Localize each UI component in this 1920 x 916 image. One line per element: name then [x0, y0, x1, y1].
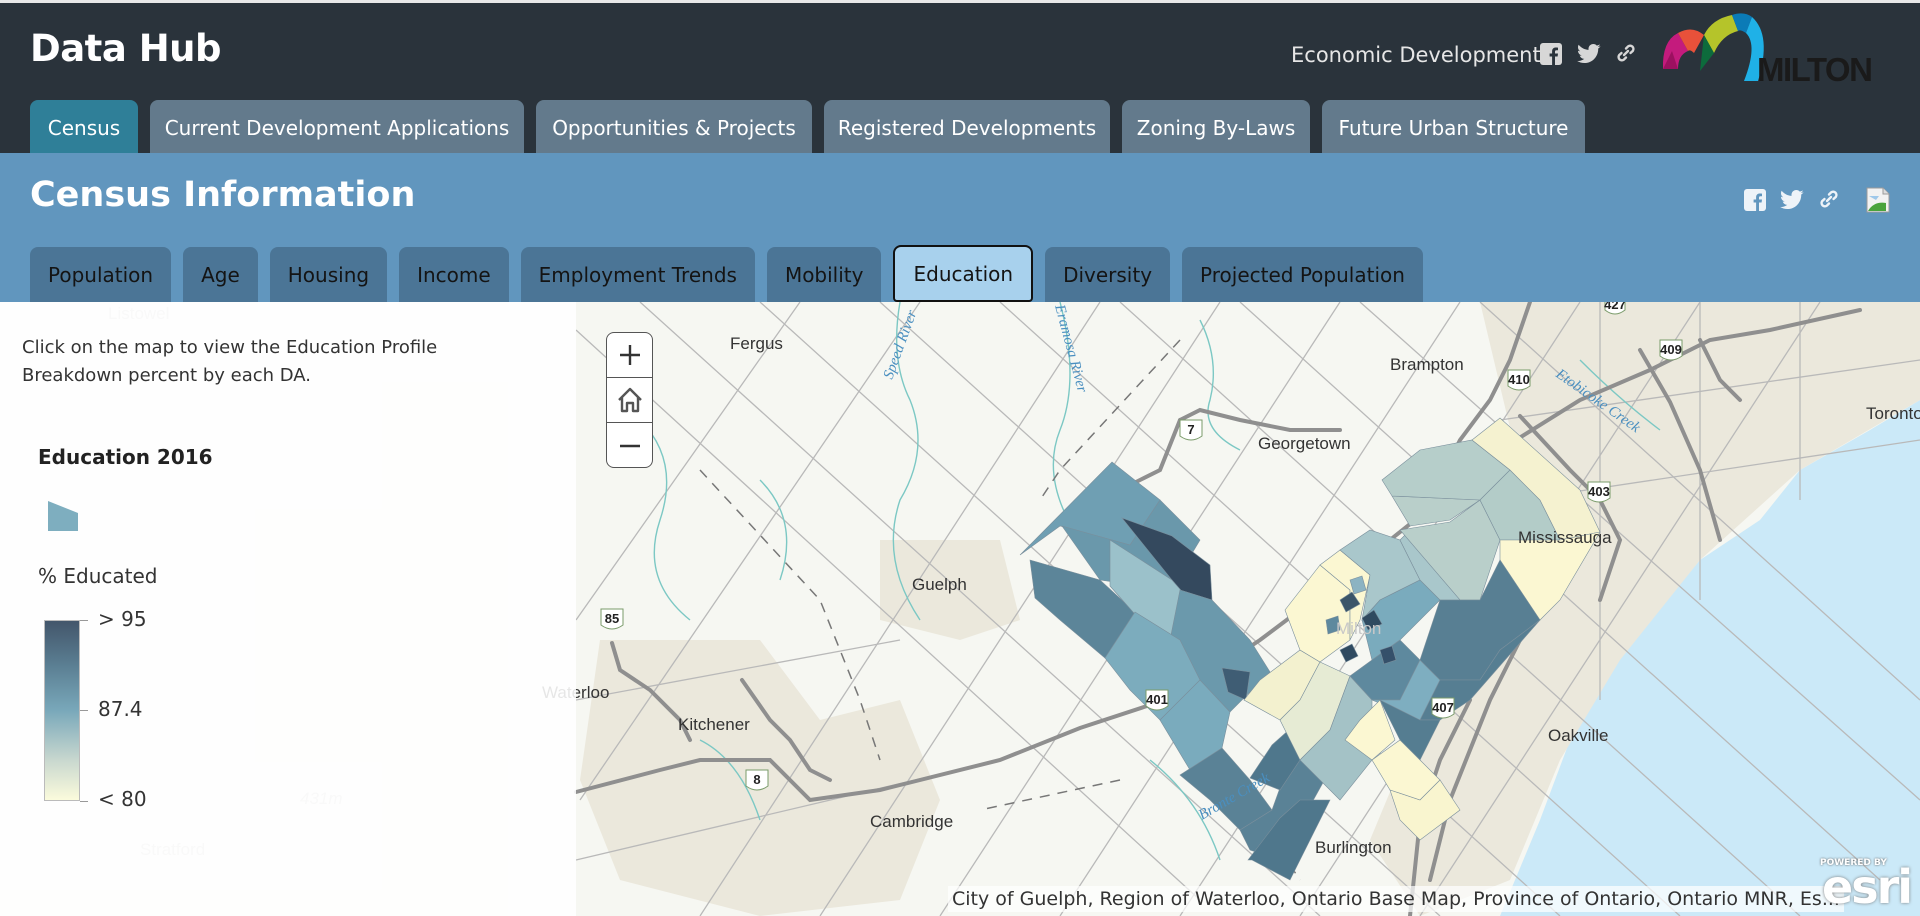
census-link-icon[interactable] — [1818, 188, 1840, 210]
place-guelph: Guelph — [912, 575, 967, 594]
home-button[interactable] — [607, 378, 652, 423]
map-zoom-control — [606, 332, 653, 468]
map-attribution[interactable]: City of Guelph, Region of Waterloo, Onta… — [948, 886, 1844, 912]
svg-text:403: 403 — [1588, 484, 1610, 499]
plus-icon — [619, 345, 640, 365]
esri-logo[interactable]: POWERED BY esri — [1820, 856, 1913, 914]
shield-403: 403 — [1587, 481, 1611, 503]
census-facebook-icon[interactable] — [1744, 189, 1766, 211]
svg-text:410: 410 — [1508, 372, 1530, 387]
milton-logo-text: MILTON — [1757, 51, 1873, 88]
place-mississauga: Mississauga — [1518, 528, 1612, 547]
ramp-tick-mid — [80, 710, 88, 711]
svg-text:85: 85 — [605, 611, 619, 626]
sub-tab-diversity[interactable]: Diversity — [1045, 247, 1171, 302]
census-title: Census Information — [30, 175, 416, 215]
home-icon — [617, 387, 642, 413]
sub-tab-income[interactable]: Income — [399, 247, 509, 302]
main-tab-registered-developments[interactable]: Registered Developments — [824, 100, 1110, 156]
main-tabs: Census Current Development Applications … — [30, 100, 1585, 156]
sub-tab-education[interactable]: Education — [893, 245, 1034, 302]
legend-panel: Click on the map to view the Education P… — [0, 302, 576, 916]
main-tab-opportunities-projects[interactable]: Opportunities & Projects — [536, 100, 812, 156]
main-tab-census[interactable]: Census — [30, 100, 138, 156]
svg-text:409: 409 — [1660, 342, 1682, 357]
main-tab-future-urban-structure[interactable]: Future Urban Structure — [1322, 100, 1585, 156]
place-brampton: Brampton — [1390, 355, 1464, 374]
ramp-label-high: > 95 — [98, 607, 147, 631]
river-speed: Speed River — [881, 308, 921, 381]
shield-8: 8 — [745, 769, 769, 791]
shield-410: 410 — [1507, 369, 1531, 391]
twitter-icon[interactable] — [1577, 44, 1601, 64]
shield-85: 85 — [600, 608, 624, 630]
legend-polygon-swatch — [47, 500, 79, 536]
svg-text:8: 8 — [753, 772, 760, 787]
sub-tab-age[interactable]: Age — [183, 247, 258, 302]
sub-tab-population[interactable]: Population — [30, 247, 172, 302]
shield-409: 409 — [1659, 339, 1683, 361]
zoom-in-button[interactable] — [607, 333, 652, 378]
svg-text:427: 427 — [1604, 302, 1626, 312]
legend-field-name: % Educated — [38, 564, 158, 588]
sub-tab-mobility[interactable]: Mobility — [766, 247, 882, 302]
census-twitter-icon[interactable] — [1780, 190, 1804, 210]
place-georgetown: Georgetown — [1258, 434, 1351, 453]
shield-427: 427 — [1604, 302, 1626, 315]
map-instructions: Click on the map to view the Education P… — [22, 337, 438, 386]
ramp-tick-high — [80, 620, 88, 621]
census-header: Census Information Population Age Housin… — [0, 153, 1920, 302]
top-header: Data Hub Economic Development MILTON Cen… — [0, 0, 1920, 156]
svg-text:401: 401 — [1146, 692, 1168, 707]
ramp-label-mid: 87.4 — [98, 697, 143, 721]
esri-wordmark: esri — [1822, 860, 1913, 914]
economic-development-link[interactable]: Economic Development — [1291, 43, 1541, 67]
census-sub-tabs: Population Age Housing Income Employment… — [30, 245, 1423, 302]
place-toronto: Toronto — [1866, 404, 1920, 423]
svg-text:407: 407 — [1432, 700, 1454, 715]
ramp-label-low: < 80 — [98, 787, 147, 811]
place-kitchener: Kitchener — [678, 715, 750, 734]
zoom-out-button[interactable] — [607, 423, 652, 467]
place-cambridge: Cambridge — [870, 812, 953, 831]
broken-image-icon[interactable] — [1866, 187, 1890, 213]
place-oakville: Oakville — [1548, 726, 1608, 745]
main-tab-current-development-applications[interactable]: Current Development Applications — [150, 100, 524, 156]
minus-icon — [619, 444, 640, 447]
legend-color-ramp — [44, 620, 80, 801]
shield-407: 407 — [1431, 697, 1455, 719]
main-tab-zoning-by-laws[interactable]: Zoning By-Laws — [1122, 100, 1310, 156]
sub-tab-employment-trends[interactable]: Employment Trends — [520, 247, 755, 302]
facebook-icon[interactable] — [1540, 43, 1562, 65]
place-fergus: Fergus — [730, 334, 783, 353]
link-icon[interactable] — [1615, 42, 1637, 64]
sub-tab-projected-population[interactable]: Projected Population — [1182, 247, 1423, 302]
ramp-tick-low — [80, 801, 88, 802]
sub-tab-housing[interactable]: Housing — [269, 247, 388, 302]
place-milton: Milton — [1336, 619, 1381, 638]
shield-401: 401 — [1145, 689, 1169, 711]
shield-7: 7 — [1179, 419, 1203, 441]
legend-layer-title: Education 2016 — [38, 445, 213, 469]
place-burlington: Burlington — [1315, 838, 1392, 857]
svg-text:7: 7 — [1187, 422, 1194, 437]
app-title: Data Hub — [30, 27, 222, 70]
